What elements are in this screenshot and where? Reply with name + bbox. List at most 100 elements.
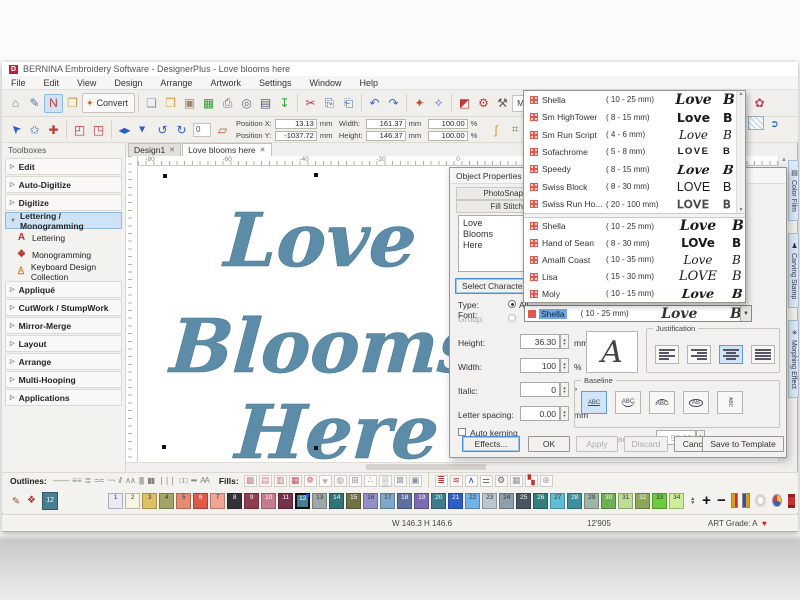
- font-list-item-shella[interactable]: Shella( 10 - 25 mm)LoveB: [524, 91, 736, 108]
- remove-color-button[interactable]: −: [717, 492, 726, 509]
- font-list-item-sofachrome[interactable]: Sofachrome( 5 - 8 mm)LOVEB: [524, 143, 736, 160]
- menu-design[interactable]: Design: [105, 78, 151, 88]
- font-list-item-hand-of-sean[interactable]: Hand of Sean( 8 - 30 mm)LOVeB: [524, 235, 745, 252]
- open-design-icon[interactable]: ❐: [63, 94, 82, 113]
- effect-stitch-icon-7[interactable]: ▚: [525, 475, 538, 487]
- height-input[interactable]: 146.37: [366, 131, 406, 141]
- embroidery-canvas-icon[interactable]: N: [44, 94, 63, 113]
- baseline-straight-button[interactable]: ABC: [581, 391, 607, 414]
- font-list-item-speedy[interactable]: Speedy( 8 - 15 mm)LoveB: [524, 161, 736, 178]
- menu-edit[interactable]: Edit: [35, 78, 69, 88]
- toolbox-digitize[interactable]: ▷Digitize: [5, 194, 122, 211]
- effect-stitch-icon-5[interactable]: ⚙: [495, 475, 508, 487]
- font-dropdown-button[interactable]: ▼: [740, 306, 751, 321]
- pattern-fill-icon[interactable]: [748, 116, 764, 130]
- fill-stitch-icon-3[interactable]: ▥: [274, 475, 287, 487]
- color-chip-13[interactable]: 13: [312, 493, 327, 509]
- outline-stitch-icon-10[interactable]: ❘❘❘: [158, 476, 175, 485]
- scale-down-icon[interactable]: ◰: [70, 120, 89, 139]
- outline-stitch-icon-8[interactable]: ||||: [139, 476, 143, 485]
- width-stepper[interactable]: ▲▼: [560, 358, 569, 373]
- color-chip-4[interactable]: 4: [159, 493, 174, 509]
- color-chip-27[interactable]: 27: [550, 493, 565, 509]
- effect-stitch-icon-6[interactable]: ▦: [510, 475, 523, 487]
- justify-left-button[interactable]: [655, 345, 679, 364]
- outline-stitch-icon-2[interactable]: ≡ ≡: [72, 476, 81, 485]
- outline-stitch-icon-6[interactable]: //: [119, 476, 121, 485]
- color-chip-24[interactable]: 24: [499, 493, 514, 509]
- tab-fill-stitch[interactable]: Fill Stitch: [456, 200, 528, 213]
- font-combo[interactable]: Shella ( 10 - 25 mm) Love B ▼: [524, 305, 752, 322]
- type-all-radio[interactable]: [508, 300, 516, 308]
- menu-view[interactable]: View: [68, 78, 105, 88]
- color-chip-2[interactable]: 2: [125, 493, 140, 509]
- color-chip-34[interactable]: 34: [669, 493, 684, 509]
- sewing-machine-icon[interactable]: ▤: [256, 94, 275, 113]
- overlap-objects-icon[interactable]: ◩: [455, 94, 474, 113]
- font-list-item-swiss-run-ho-[interactable]: Swiss Run Ho...( 20 - 100 mm)LOVEB: [524, 196, 736, 213]
- palette-stepper[interactable]: ▲▼: [690, 497, 695, 505]
- font-list-item-shella[interactable]: Shella( 10 - 25 mm)LoveB: [524, 218, 745, 235]
- design-tab-design1[interactable]: Design1✕: [128, 143, 181, 156]
- redo-icon[interactable]: ↷: [384, 94, 403, 113]
- color-chip-9[interactable]: 9: [244, 493, 259, 509]
- color-wheel-icon[interactable]: [772, 494, 782, 507]
- fill-stitch-icon-4[interactable]: ▦: [289, 475, 302, 487]
- toolbox-appliqu-[interactable]: ▷Appliqué: [5, 281, 122, 298]
- color-chip-1[interactable]: 1: [108, 493, 123, 509]
- fill-stitch-icon-5[interactable]: ❁: [304, 475, 317, 487]
- outline-stitch-icon-9[interactable]: ▮▮: [147, 476, 154, 485]
- effect-stitch-icon-4[interactable]: ⚌: [480, 475, 493, 487]
- position-y-input[interactable]: -1037.72: [275, 131, 317, 141]
- rotate-cw-45-icon[interactable]: ↻: [172, 120, 191, 139]
- tab-photosnap[interactable]: PhotoSnap: [456, 187, 528, 200]
- save-to-template-button[interactable]: Save to Template: [702, 436, 784, 452]
- color-chip-29[interactable]: 29: [584, 493, 599, 509]
- color-chip-22[interactable]: 22: [465, 493, 480, 509]
- panel-tab-morphing-effect[interactable]: ✳Morphing Effect: [788, 320, 799, 398]
- fill-stitch-icon-11[interactable]: ⊠: [394, 475, 407, 487]
- toolbox-multi-hooping[interactable]: ▷Multi-Hooping: [5, 371, 122, 388]
- paste-icon[interactable]: ⎗: [339, 94, 358, 113]
- design-tab-love-blooms-here[interactable]: Love blooms here✕: [182, 143, 271, 156]
- effects-button[interactable]: Effects...: [462, 436, 520, 452]
- copy-icon[interactable]: ⎘: [320, 94, 339, 113]
- close-icon[interactable]: ✕: [169, 146, 175, 154]
- print-preview-icon[interactable]: ◎: [237, 94, 256, 113]
- color-chip-10[interactable]: 10: [261, 493, 276, 509]
- color-chip-21[interactable]: 21: [448, 493, 463, 509]
- toolbox-item-lettering[interactable]: ALettering: [2, 229, 125, 246]
- horizontal-scrollbar[interactable]: [126, 462, 778, 471]
- outline-stitch-icon-11[interactable]: □□: [179, 476, 187, 485]
- color-chip-28[interactable]: 28: [567, 493, 582, 509]
- letter-spacing-input[interactable]: 0.00: [520, 406, 560, 421]
- justify-right-button[interactable]: [687, 345, 711, 364]
- toolbox-item-keyboard-design-collection[interactable]: ♙Keyboard Design Collection: [2, 263, 125, 280]
- toolbox-arrange[interactable]: ▷Arrange: [5, 353, 122, 370]
- toolbox-applications[interactable]: ▷Applications: [5, 389, 122, 406]
- open-folder-icon[interactable]: ❒: [161, 94, 180, 113]
- toolbox-layout[interactable]: ▷Layout: [5, 335, 122, 352]
- insert-artwork-icon[interactable]: ✧: [429, 94, 448, 113]
- color-chip-17[interactable]: 17: [380, 493, 395, 509]
- color-chip-6[interactable]: 6: [193, 493, 208, 509]
- thread-chart-icon[interactable]: [731, 493, 739, 508]
- font-list-item-amalfi-coast[interactable]: Amalfi Coast( 10 - 35 mm)LoveB: [524, 252, 745, 269]
- menu-artwork[interactable]: Artwork: [201, 78, 250, 88]
- outline-stitch-icon-1[interactable]: — —: [53, 476, 68, 485]
- baseline-circle-button[interactable]: AB: [683, 391, 709, 414]
- scale-up-icon[interactable]: ◳: [89, 120, 108, 139]
- font-list-scrollbar[interactable]: ▲▼: [736, 91, 745, 213]
- current-color-chip[interactable]: 12: [42, 492, 58, 510]
- fill-stitch-icon-2[interactable]: ▤: [259, 475, 272, 487]
- insert-picture-icon[interactable]: ▣: [180, 94, 199, 113]
- scale-x-input[interactable]: 100.00: [428, 119, 468, 129]
- fill-stitch-icon-6[interactable]: ♥: [319, 475, 332, 487]
- italic-stepper[interactable]: ▲▼: [560, 382, 569, 397]
- insert-design-icon[interactable]: ✦: [410, 94, 429, 113]
- outline-stitch-icon-3[interactable]: ≣: [85, 476, 91, 485]
- reshape-icon[interactable]: ✚: [44, 120, 63, 139]
- font-list-item-lisa[interactable]: Lisa( 15 - 30 mm)LOVEB: [524, 268, 745, 285]
- toolbox-lettering-monogramming[interactable]: ▼Lettering / Monogramming: [5, 212, 122, 229]
- effect-stitch-icon-8[interactable]: ⊕: [540, 475, 553, 487]
